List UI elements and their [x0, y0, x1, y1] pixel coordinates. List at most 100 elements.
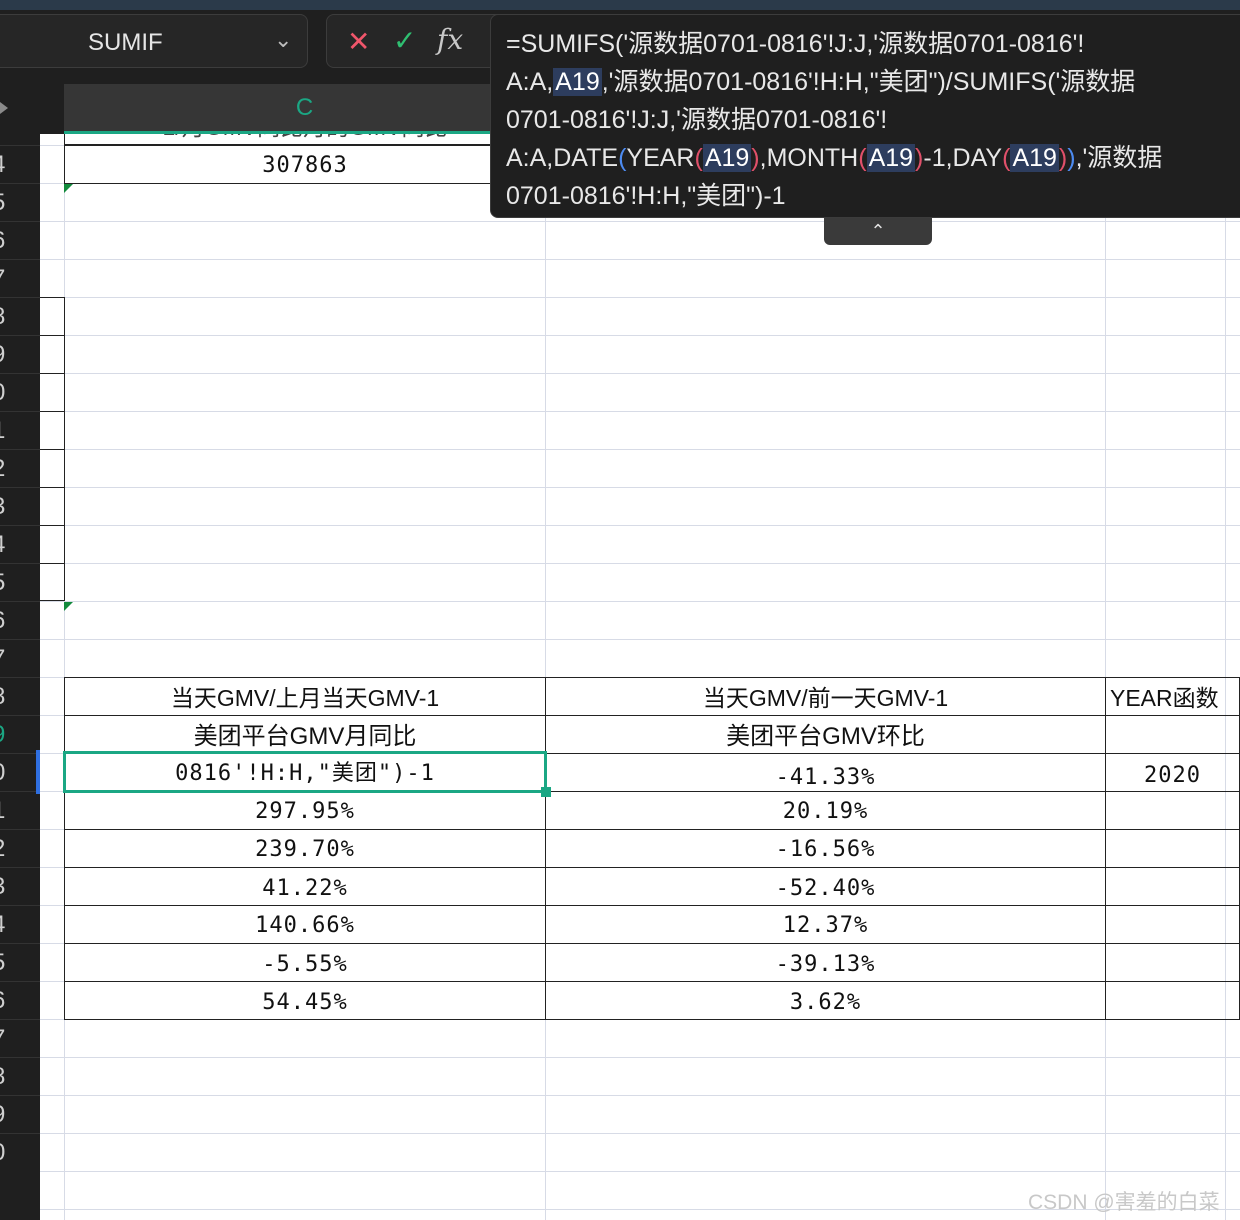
row-header[interactable]: 7 [0, 639, 40, 677]
formula-token: ) [1067, 144, 1076, 172]
fill-handle[interactable] [541, 787, 551, 797]
formula-token: =SUMIFS('源数据0701-0816'!J:J,'源数据0701-0816… [506, 30, 1085, 58]
row-header[interactable]: 6 [0, 221, 40, 259]
active-row-indicator [36, 750, 40, 794]
watermark: CSDN @害羞的白菜 [1028, 1191, 1220, 1214]
cell-c-formula-desc[interactable]: 当天GMV/上月当天GMV-1 [64, 677, 546, 716]
row-header[interactable]: 8 [0, 297, 40, 335]
confirm-icon[interactable]: ✓ [393, 24, 416, 57]
spreadsheet-grid[interactable]: 1/月GMV同比月的GMV同比 307863 当天GMV/上月当天GMV-1 当… [40, 134, 1240, 1220]
formula-cell-reference: A19 [702, 144, 752, 172]
row-header[interactable]: 0 [0, 753, 40, 791]
cell-d-value[interactable]: 3.62% [545, 981, 1106, 1020]
column-header-c[interactable]: C [64, 84, 545, 134]
cell-c-value[interactable]: 41.22% [64, 867, 546, 906]
cell-e-empty[interactable] [1105, 943, 1240, 982]
row-header[interactable]: 9 [0, 335, 40, 373]
formula-token: ) [1058, 144, 1068, 172]
row-header[interactable]: 1 [0, 791, 40, 829]
formula-cell-reference: A19 [1010, 144, 1059, 172]
cell-d-value-row19[interactable]: -41.33% [545, 753, 1106, 792]
row-header[interactable]: 3 [0, 867, 40, 905]
cell-e-empty[interactable] [1105, 905, 1240, 944]
row-header[interactable]: 9 [0, 715, 40, 753]
cell-c-value[interactable]: 140.66% [64, 905, 546, 944]
formula-token: ,'源数据 [1075, 144, 1163, 172]
divider [40, 411, 65, 412]
formula-token: -1,DAY [923, 144, 1003, 172]
row-header[interactable]: 0 [0, 1133, 40, 1171]
cell-e-empty[interactable] [1105, 867, 1240, 906]
row-header[interactable]: 2 [0, 449, 40, 487]
name-box[interactable]: SUMIF ⌄ [0, 14, 308, 68]
cell-e-header[interactable]: YEAR函数 [1105, 677, 1240, 716]
row-header[interactable]: 1 [0, 411, 40, 449]
row-header[interactable]: 5 [0, 563, 40, 601]
cell-c-title[interactable]: 美团平台GMV月同比 [64, 715, 546, 754]
row-header[interactable]: 6 [0, 601, 40, 639]
row-header-column: 3456789012345678901234567890 [0, 134, 40, 1220]
cell-c-value[interactable]: 54.45% [64, 981, 546, 1020]
green-triangle-indicator [64, 184, 73, 193]
cell-c-value[interactable]: 239.70% [64, 829, 546, 868]
row-header[interactable]: 4 [0, 905, 40, 943]
row-header[interactable]: 3 [0, 134, 40, 145]
divider [40, 487, 65, 488]
row-header[interactable]: 5 [0, 183, 40, 221]
row-header[interactable]: 7 [0, 259, 40, 297]
formula-token: A:A,DATE [506, 144, 619, 172]
cell-d-title[interactable]: 美团平台GMV环比 [545, 715, 1106, 754]
row-header[interactable]: 3 [0, 487, 40, 525]
formula-token: 0701-0816'!J:J,'源数据0701-0816'! [506, 106, 888, 134]
cell-e-year-value[interactable]: 2020 [1105, 753, 1240, 792]
formula-line: 0701-0816'!H:H,"美团")-1 [506, 177, 1235, 215]
divider [40, 563, 65, 564]
cell-e-empty[interactable] [1105, 791, 1240, 830]
cell-d-value[interactable]: -39.13% [545, 943, 1106, 982]
cell-c-partial[interactable]: 1/月GMV同比月的GMV同比 [64, 134, 546, 145]
formula-cell-reference: A19 [866, 144, 916, 172]
row-header[interactable]: 0 [0, 373, 40, 411]
row-header[interactable]: 7 [0, 1019, 40, 1057]
row-header[interactable]: 4 [0, 525, 40, 563]
window-strip [0, 0, 1240, 10]
active-cell-c19[interactable]: 0816'!H:H,"美团")-1 [63, 751, 547, 793]
cell-d-value-text: -41.33% [775, 765, 876, 790]
cell-c-value[interactable]: -5.55% [64, 943, 546, 982]
cell-d-value[interactable]: -16.56% [545, 829, 1106, 868]
cell-d-value[interactable]: 12.37% [545, 905, 1106, 944]
formula-token: YEAR [626, 144, 695, 172]
formula-token: 0701-0816'!H:H,"美团")-1 [506, 182, 786, 210]
cell-e-empty[interactable] [1105, 829, 1240, 868]
cell-c-top-value[interactable]: 307863 [64, 145, 546, 184]
formula-input-expanded[interactable]: =SUMIFS('源数据0701-0816'!J:J,'源数据0701-0816… [490, 14, 1240, 218]
formula-token: ,MONTH [759, 144, 859, 172]
cell-d-value[interactable]: 20.19% [545, 791, 1106, 830]
cell-c-value[interactable]: 297.95% [64, 791, 546, 830]
insert-function-icon[interactable]: fx [437, 23, 463, 56]
name-box-value: SUMIF [88, 29, 163, 56]
collapse-formula-button[interactable]: ⌃ [824, 218, 932, 245]
row-header[interactable]: 9 [0, 1095, 40, 1133]
formula-token: ( [694, 144, 703, 172]
select-all-corner[interactable] [0, 84, 40, 134]
formula-token: ,'源数据0701-0816'!H:H,"美团")/SUMIFS('源数据 [601, 68, 1136, 96]
row-header[interactable]: 2 [0, 829, 40, 867]
cell-d-value[interactable]: -52.40% [545, 867, 1106, 906]
row-header[interactable]: 5 [0, 943, 40, 981]
row-header[interactable]: 8 [0, 677, 40, 715]
cell-e-empty[interactable] [1105, 715, 1240, 754]
corner-triangle-icon [0, 102, 8, 114]
divider [40, 525, 65, 526]
formula-token: ) [751, 144, 760, 172]
row-header[interactable]: 8 [0, 1057, 40, 1095]
cell-d-formula-desc[interactable]: 当天GMV/前一天GMV-1 [545, 677, 1106, 716]
row-header[interactable]: 4 [0, 145, 40, 183]
chevron-down-icon[interactable]: ⌄ [274, 27, 292, 53]
divider [40, 335, 65, 336]
cancel-icon[interactable]: ✕ [347, 25, 370, 58]
row-header[interactable]: 6 [0, 981, 40, 1019]
formula-line: 0701-0816'!J:J,'源数据0701-0816'! [506, 101, 1235, 139]
cell-e-empty[interactable] [1105, 981, 1240, 1020]
formula-line: A:A,A19,'源数据0701-0816'!H:H,"美团")/SUMIFS(… [506, 63, 1235, 101]
